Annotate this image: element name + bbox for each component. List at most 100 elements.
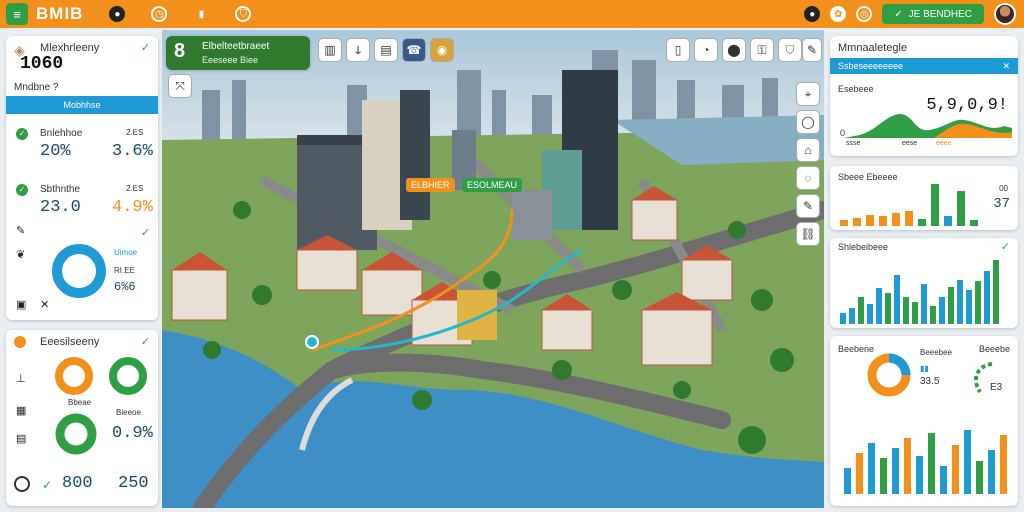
panel-bar-label: Ssbeseeeeeeee (838, 61, 904, 71)
lock-icon[interactable]: ⚿ (750, 38, 774, 62)
row-label: Sbthnthe (40, 184, 81, 195)
expand-icon[interactable]: ✎ (796, 194, 820, 218)
axis-tick: ssse (846, 140, 861, 147)
stat-label: Bieeoe (116, 408, 141, 417)
file-icon[interactable]: ▯ (666, 38, 690, 62)
pen-icon[interactable]: ◌ (796, 166, 820, 190)
target-icon[interactable]: ⌖ (796, 82, 820, 106)
phone-icon[interactable]: ☎ (402, 38, 426, 62)
panel-title: Mmnaaletegle (838, 42, 908, 54)
bottom-value: 250 (118, 474, 149, 493)
panel-right-title: Beeebe (978, 344, 1010, 354)
stat-label: Bbeae (68, 398, 92, 407)
chart-bar (840, 220, 848, 226)
chart-bar (976, 461, 983, 494)
bar-chart (840, 260, 999, 324)
grid-icon: ▦ (16, 405, 27, 417)
panel-subtitle: Mndbne ? (14, 82, 59, 93)
chart-value-small: 00 (999, 184, 1008, 193)
clock-icon[interactable]: ◷ (151, 6, 168, 22)
chart-bar (970, 220, 978, 226)
shield-icon[interactable]: ⛉ (235, 6, 252, 22)
donut-chart (55, 413, 97, 455)
bookmark-icon[interactable]: ▮ (193, 6, 209, 22)
axis-tick: 0 (840, 128, 846, 138)
chart-bar (944, 216, 952, 226)
edit-icon[interactable]: ✎ (802, 38, 822, 62)
shield-icon[interactable]: ⛉ (778, 38, 802, 62)
user-circle-icon[interactable]: ● (109, 6, 126, 22)
avatar[interactable] (994, 3, 1016, 25)
chart-bar (940, 466, 947, 494)
bar-chart (844, 430, 1007, 494)
check-icon: ✓ (140, 42, 150, 54)
close-icon[interactable]: ✕ (1002, 61, 1010, 72)
chart-bar (903, 297, 909, 324)
lock-icon[interactable]: ⛓ (796, 222, 820, 246)
right-panel-4: Beebene Beeebee Beeebe ▮▮ 33.5 E3 (830, 336, 1018, 506)
action-button-label: JE BENDHEC (908, 8, 972, 20)
bell-icon[interactable]: ● (804, 6, 821, 22)
dial-icon (14, 336, 26, 348)
chart-bar (993, 260, 999, 324)
graph-icon[interactable]: ↆ (346, 38, 370, 62)
pencil-icon: ✎ (16, 225, 26, 237)
city-map[interactable]: 8 Elbelteetbraeet Eeeseee Biee ▥ ↆ ▤ ☎ ◉… (162, 30, 824, 508)
chart-bar (957, 191, 965, 226)
chart-bar (921, 284, 927, 324)
chart-bar (867, 304, 873, 324)
close-icon[interactable]: ✕ (40, 298, 49, 311)
chart-bar (868, 443, 875, 494)
panel-bar[interactable]: Mobhhse (6, 96, 158, 114)
chart-bar (988, 450, 995, 494)
chart-bar (876, 288, 882, 324)
check-icon: ✓ (1000, 241, 1010, 253)
check-icon: ✓ (16, 128, 28, 140)
chart-bar (966, 290, 972, 324)
location-card[interactable]: 8 Elbelteetbraeet Eeeseee Biee (166, 36, 310, 70)
layers-icon[interactable]: ▥ (318, 38, 342, 62)
timer-icon[interactable]: ◔ (694, 38, 718, 62)
chart-value: 33.5 (920, 376, 940, 387)
row-value-a: 20% (40, 142, 71, 161)
chart-bar (856, 453, 863, 494)
chart-bar (930, 306, 936, 324)
bag-icon[interactable]: ◉ (430, 38, 454, 62)
chart-icon: ⊥ (16, 373, 26, 385)
flag-icon[interactable]: ◯ (796, 110, 820, 134)
app-title: BMIB (36, 4, 84, 23)
layers-icon[interactable]: ≡ (6, 3, 28, 25)
globe-icon[interactable]: ◎ (856, 6, 873, 22)
chart-bar (905, 211, 913, 226)
location-subtitle: Eeeseee Biee (202, 55, 259, 65)
check-icon: ✓ (16, 184, 28, 196)
chart-bar (879, 216, 887, 226)
panel-subtitle: Beeebee (920, 348, 953, 357)
right-panel-2: Sbeee Ebeeee 37 00 (830, 166, 1018, 230)
gear-icon[interactable]: ✿ (830, 6, 847, 22)
action-button[interactable]: ✓ JE BENDHEC (882, 4, 984, 24)
row-value-b: 3.6% (112, 142, 153, 161)
route-icon[interactable]: ⤧ (168, 74, 192, 98)
chart-bar (849, 308, 855, 324)
book-icon[interactable]: ▤ (374, 38, 398, 62)
chart-bar (931, 184, 939, 226)
chart-bar (904, 438, 911, 494)
bottom-value: 800 (62, 474, 93, 493)
row-tag: 2.ES (126, 184, 144, 193)
chart-bar (866, 215, 874, 226)
route-label[interactable]: ELBHIER (406, 178, 455, 192)
donut-chart (109, 357, 147, 395)
destination-label[interactable]: ESOLMEAU (462, 178, 523, 192)
leaf-icon: ❦ (16, 249, 26, 261)
panel-title: Mlexhrleeny (40, 42, 100, 54)
chart-bar (916, 456, 923, 494)
search-icon[interactable]: ⌂ (796, 138, 820, 162)
check-icon: ✓ (140, 227, 150, 239)
panel-bar[interactable]: Ssbeseeeeeeee ✕ (830, 58, 1018, 74)
check-icon: ✓ (42, 478, 53, 492)
location-icon[interactable]: ⬤ (722, 38, 746, 62)
stat-value: 0.9% (112, 424, 153, 443)
donut-chart (55, 357, 93, 395)
chart-bar (912, 302, 918, 324)
